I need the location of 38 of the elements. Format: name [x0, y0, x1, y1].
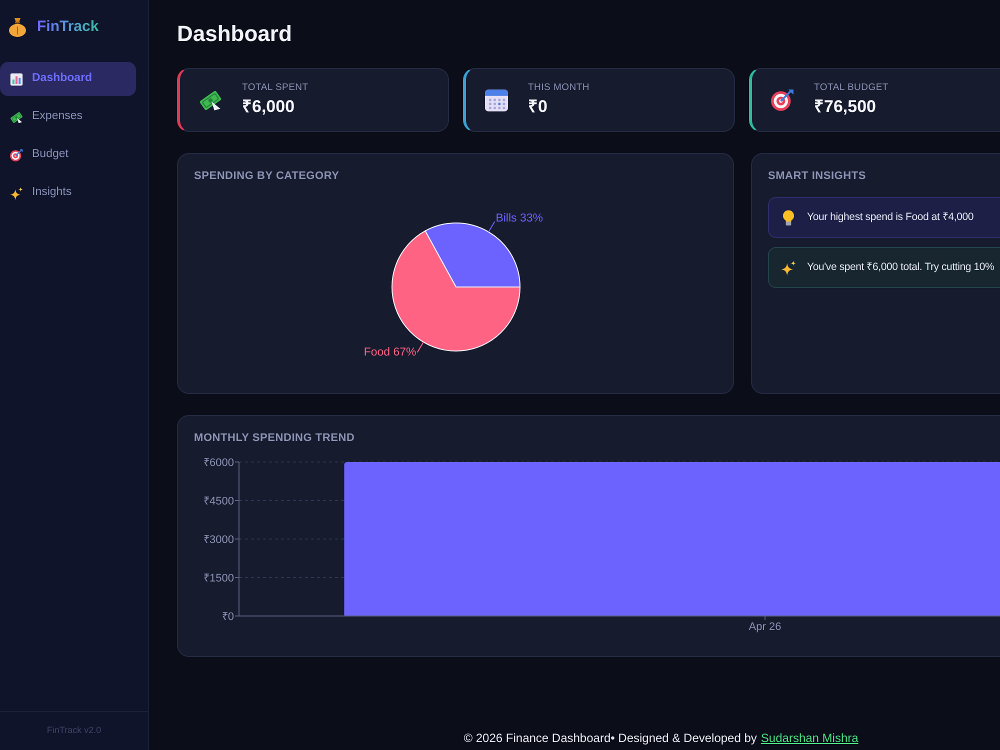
calendar-icon	[485, 88, 508, 112]
card-title: SPENDING BY CATEGORY	[194, 170, 340, 182]
insight-text: You've spent ₹6,000 total. Try cutting 10%	[807, 260, 994, 275]
slice-label: Food 67%	[364, 346, 416, 358]
nav-item[interactable]: Expenses	[0, 100, 136, 134]
y-axis-label: ₹0	[222, 611, 234, 623]
dart-target-icon	[771, 88, 794, 112]
nav-item[interactable]: Budget	[0, 138, 136, 172]
y-axis-label: ₹4500	[204, 496, 234, 508]
bar-chart-icon	[10, 72, 23, 86]
leader-line	[488, 221, 496, 232]
stat-value: ₹0	[528, 96, 548, 118]
sparkles-icon	[781, 260, 796, 276]
page-title: Dashboard	[177, 20, 292, 48]
y-axis-label: ₹1500	[204, 572, 234, 584]
dart-target-icon	[10, 148, 23, 162]
footer-text: © 2026 Finance Dashboard• Designed & Developed by Sudarshan Mishra	[464, 730, 858, 746]
leader-line	[416, 342, 424, 353]
nav-item[interactable]: Dashboard	[0, 62, 136, 96]
money-bag-icon	[9, 18, 26, 36]
nav-item[interactable]: Insights	[0, 176, 136, 210]
insight-text: Your highest spend is Food at ₹4,000	[807, 210, 974, 225]
sparkles-icon	[10, 186, 23, 200]
card-title: MONTHLY SPENDING TREND	[194, 432, 355, 444]
author-link[interactable]: Sudarshan Mishra	[760, 731, 858, 745]
stat-label: TOTAL SPENT	[242, 82, 308, 94]
stat-value: ₹6,000	[242, 96, 296, 118]
slice-label: Bills 33%	[496, 212, 544, 225]
y-axis-label: ₹3000	[204, 534, 234, 546]
version-label: FinTrack v2.0	[46, 724, 102, 738]
card-title: SMART INSIGHTS	[768, 170, 866, 182]
stat-label: THIS MONTH	[528, 82, 590, 94]
lightbulb-icon	[781, 210, 796, 226]
stat-value: ₹76,500	[814, 96, 877, 118]
money-with-wings-icon	[10, 110, 23, 124]
y-axis-label: ₹6000	[204, 457, 234, 469]
stat-label: TOTAL BUDGET	[814, 82, 888, 94]
x-axis-label: Apr 26	[748, 621, 782, 633]
